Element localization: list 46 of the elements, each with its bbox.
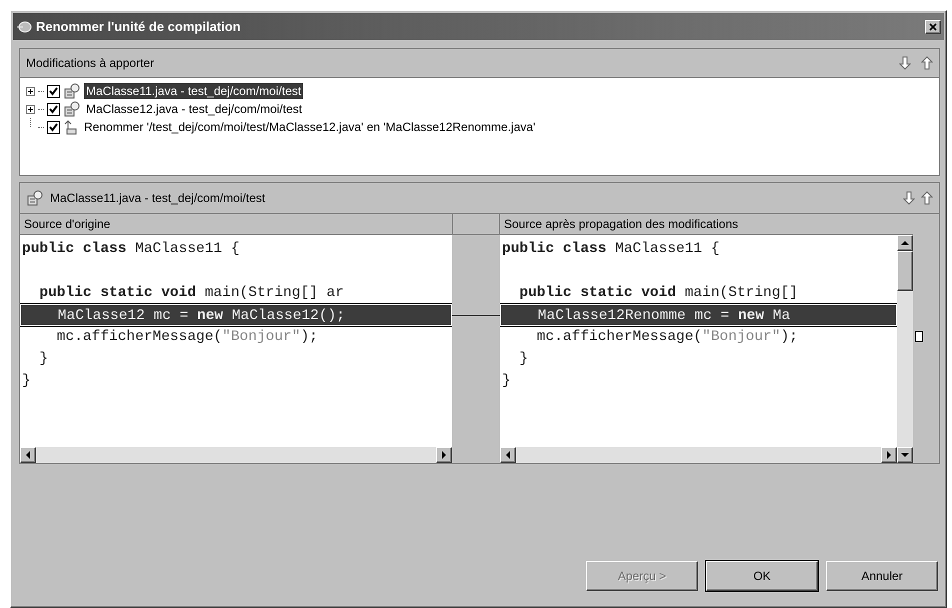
panel-title: Modifications à apporter [26,56,156,70]
code-line: } [518,350,530,369]
file-icon [63,83,81,99]
checkbox[interactable] [47,102,60,116]
vertical-scrollbar[interactable] [897,235,913,463]
expand-toggle[interactable] [26,104,35,114]
code-line: public class MaClasse11 { [21,240,241,259]
right-arrow-icon[interactable] [886,451,892,459]
app-icon [16,20,32,34]
up-arrow-icon[interactable] [921,56,933,70]
checkbox[interactable] [47,120,60,134]
up-arrow-icon[interactable] [901,240,909,246]
file-icon [26,190,44,206]
down-arrow-icon[interactable] [903,191,915,205]
expand-toggle[interactable] [26,86,35,96]
close-button[interactable] [925,20,941,34]
tree-item[interactable]: MaClasse11.java - test_dej/com/moi/test [84,83,304,99]
horizontal-scrollbar[interactable] [20,447,452,463]
window-title: Renommer l'unité de compilation [36,19,242,34]
change-marker[interactable] [915,331,923,342]
tree-item[interactable]: MaClasse12.java - test_dej/com/moi/test [84,101,304,117]
left-arrow-icon[interactable] [505,451,511,459]
up-arrow-icon[interactable] [921,191,933,205]
right-arrow-icon[interactable] [441,451,447,459]
code-line: } [501,372,512,391]
left-arrow-icon[interactable] [25,451,31,459]
code-line: public static void main(String[] ar [38,284,345,303]
connector-line [452,315,500,316]
down-arrow-icon[interactable] [901,452,909,458]
code-line: public class MaClasse11 { [501,240,721,259]
compare-title: MaClasse11.java - test_dej/com/moi/test [50,191,266,205]
code-line: } [38,350,50,369]
tree-item[interactable]: Renommer '/test_dej/com/moi/test/MaClasse12.java' en 'MaClasse12Renomme.java' [82,119,538,135]
dialog-button[interactable]: Annuler [826,561,938,591]
file-icon [63,101,81,117]
code-line: public static void main(String[] [518,284,799,303]
code-line: mc.afficherMessage("Bonjour"); [536,328,799,347]
horizontal-scrollbar[interactable] [500,447,897,463]
change-icon [63,119,79,135]
code-line: } [21,372,32,391]
close-icon [929,22,937,30]
dialog-button[interactable]: OK [706,561,818,591]
code-line: mc.afficherMessage("Bonjour"); [56,328,319,347]
down-arrow-icon[interactable] [899,56,911,70]
scroll-thumb[interactable] [897,251,913,291]
checkbox[interactable] [47,84,60,98]
